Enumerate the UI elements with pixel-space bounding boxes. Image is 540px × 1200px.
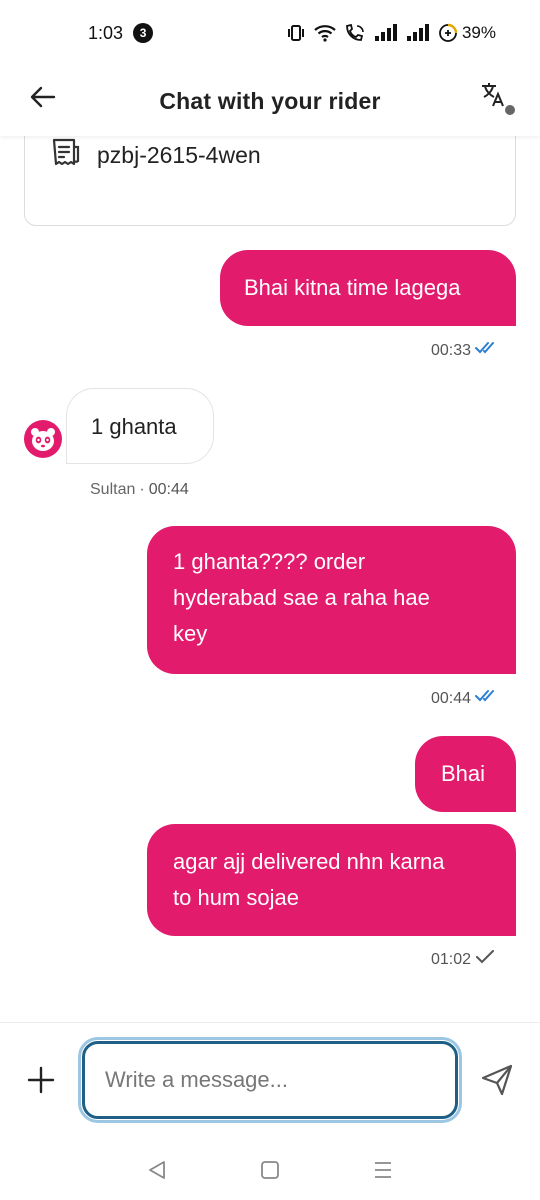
rider-avatar: [24, 420, 62, 458]
plus-icon: [27, 1066, 55, 1094]
add-attachment-button[interactable]: [26, 1065, 56, 1095]
message-meta: 01:02: [431, 950, 495, 969]
message-bubble-outgoing[interactable]: 1 ghanta???? order hyderabad sae a raha …: [147, 526, 516, 674]
notification-count-badge: 3: [133, 23, 154, 43]
chat-header: Chat with your rider: [0, 66, 540, 136]
order-code: pzbj-2615-4wen: [97, 142, 261, 168]
message-meta: Sultan · 00:44: [90, 481, 189, 499]
message-time: 00:33: [431, 341, 472, 359]
message-meta: 00:33: [431, 341, 499, 360]
message-bubble-outgoing[interactable]: Bhai: [415, 736, 516, 812]
check-icon: [475, 950, 495, 969]
message-line: hyderabad sae a raha hae: [173, 585, 430, 610]
message-text: Bhai: [441, 761, 486, 786]
wifi-icon: [314, 23, 336, 43]
message-bubble-outgoing[interactable]: Bhai kitna time lagega: [220, 250, 516, 326]
page-title: Chat with your rider: [159, 87, 381, 114]
translate-button[interactable]: [478, 78, 518, 118]
order-card: pzbj-2615-4wen: [24, 136, 516, 226]
nav-back-button[interactable]: [140, 1153, 174, 1187]
message-time: 01:02: [431, 950, 472, 968]
nav-recents-button[interactable]: [366, 1153, 400, 1187]
message-time: 00:44: [148, 481, 189, 498]
send-button[interactable]: [480, 1063, 514, 1097]
double-check-icon: [475, 341, 499, 360]
status-icons: 39%: [286, 23, 496, 43]
panda-icon: [31, 428, 55, 451]
message-line: agar ajj delivered nhn karna: [173, 849, 445, 874]
receipt-icon: [51, 137, 81, 174]
message-bubble-incoming[interactable]: 1 ghanta: [66, 388, 214, 464]
menu-lines-icon: [375, 1162, 392, 1178]
square-home-icon: [261, 1161, 279, 1179]
battery-percent: 39%: [461, 23, 496, 42]
message-bubble-outgoing[interactable]: agar ajj delivered nhn karna to hum soja…: [147, 824, 516, 936]
double-check-icon: [475, 689, 499, 708]
message-line: 1 ghanta???? order: [173, 549, 366, 574]
message-meta: 00:44: [431, 689, 499, 708]
battery: 39%: [438, 23, 496, 43]
translate-icon: [482, 83, 515, 115]
wifi-calling-icon: [344, 23, 366, 43]
message-text: 1 ghanta: [91, 414, 177, 439]
back-button[interactable]: [28, 82, 58, 112]
chat-messages[interactable]: pzbj-2615-4wen Bhai kitna time lagega 00…: [0, 136, 540, 1022]
message-composer: [0, 1022, 540, 1140]
signal-icon-1: [374, 24, 398, 42]
arrow-left-icon: [30, 86, 56, 108]
message-line: to hum sojae: [173, 885, 299, 910]
nav-home-button[interactable]: [253, 1153, 287, 1187]
message-line: key: [173, 621, 208, 646]
signal-icon-2: [406, 24, 430, 42]
battery-saver-icon: [438, 23, 458, 43]
status-time: 1:03: [88, 22, 124, 43]
status-bar: 1:03 3 39%: [0, 0, 540, 66]
sender-name: Sultan: [90, 481, 136, 498]
meta-separator: ·: [139, 481, 145, 498]
send-icon: [481, 1064, 513, 1096]
triangle-back-icon: [148, 1161, 165, 1179]
system-nav-bar: [0, 1140, 540, 1200]
message-input[interactable]: [78, 1037, 462, 1123]
vibrate-icon: [286, 23, 306, 43]
message-text: Bhai kitna time lagega: [244, 275, 461, 300]
message-time: 00:44: [431, 689, 472, 707]
